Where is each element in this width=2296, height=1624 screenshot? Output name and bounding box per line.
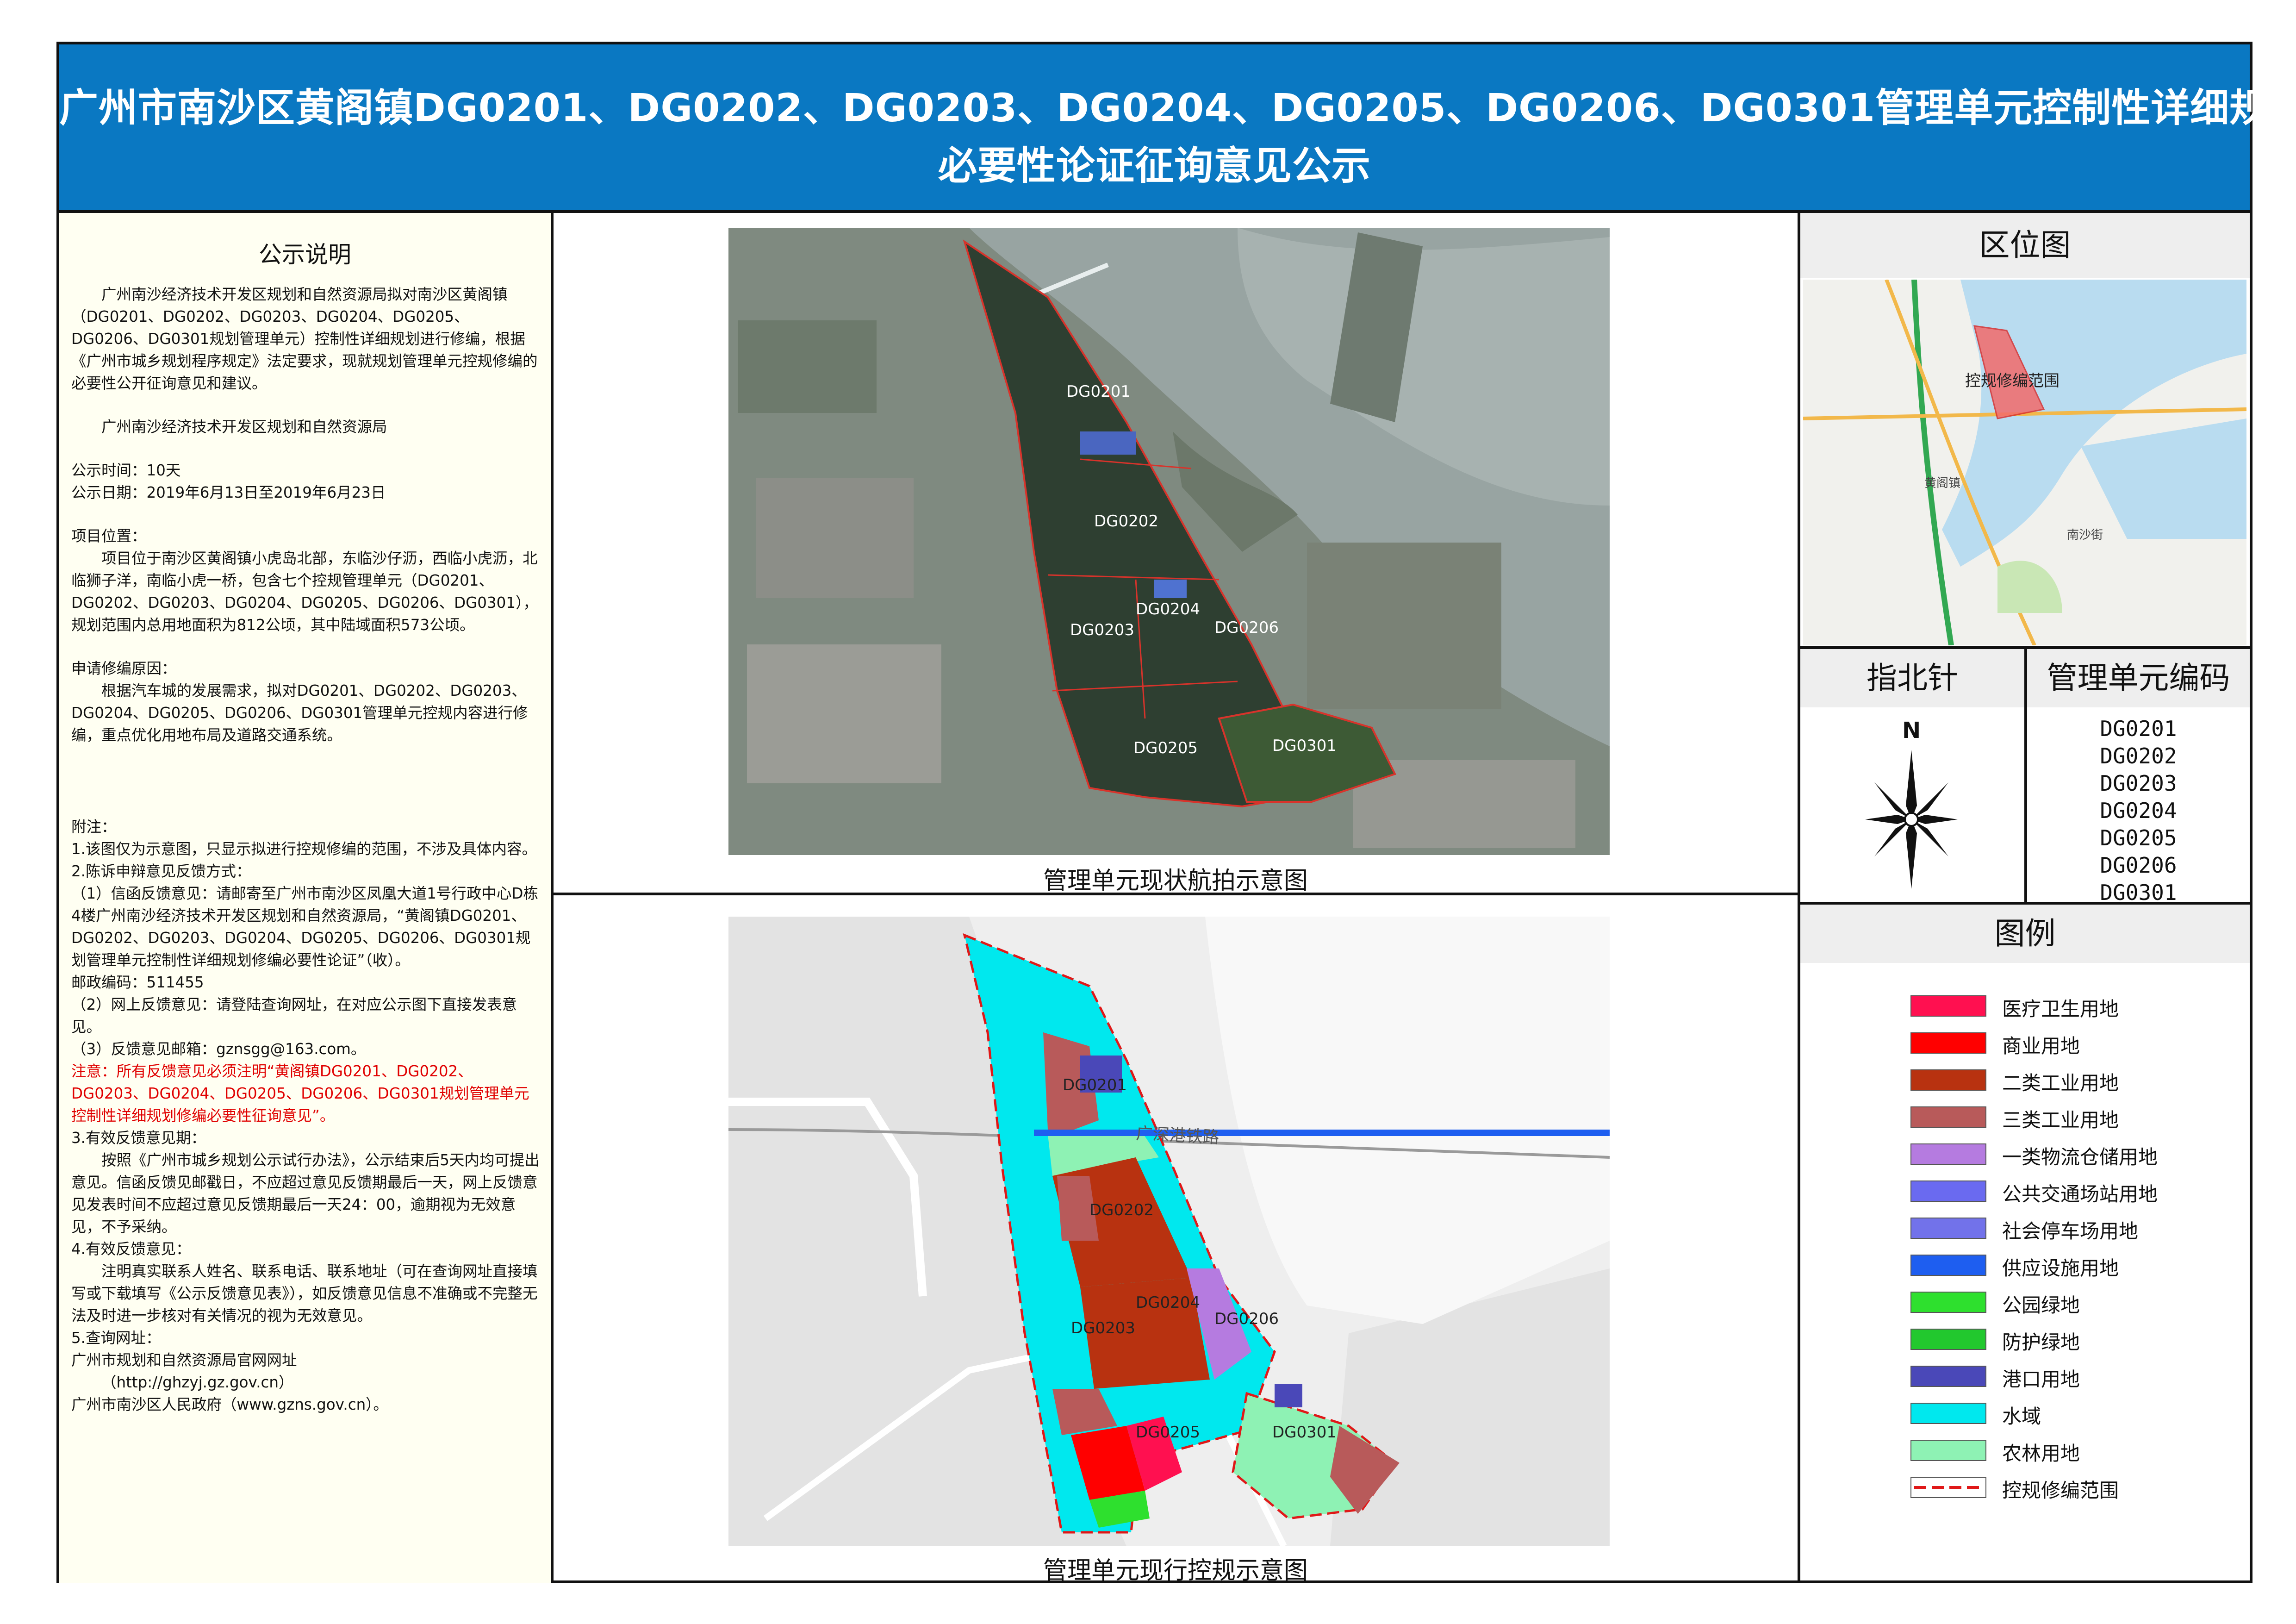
- aerial-label-dg0202: DG0202: [1094, 512, 1158, 531]
- aerial-label-dg0301: DG0301: [1272, 737, 1337, 755]
- note-2-2: （2）网上反馈意见：请登陆查询网址，在对应公示图下直接发表意见。: [71, 996, 517, 1036]
- note-3-text: 按照《广州市城乡规划公示试行办法》，公示结束后5天内均可提出意见。信函反馈见邮戳…: [71, 1151, 540, 1236]
- site-1-url: （http://ghzyj.gz.gov.cn）: [101, 1374, 294, 1391]
- legend-swatch: [1910, 1329, 1986, 1350]
- legend-title: 图例: [1800, 905, 2250, 963]
- legend-swatch: [1910, 1366, 1986, 1387]
- legend-swatch: [1910, 1069, 1986, 1091]
- plan-label-dg0202: DG0202: [1089, 1201, 1154, 1219]
- unit-codes-title: 管理单元编码: [2024, 649, 2250, 707]
- plan-caption: 管理单元现行控规示意图: [1043, 1557, 1308, 1585]
- unit-code-item: DG0204: [2100, 798, 2177, 823]
- aerial-label-dg0204: DG0204: [1136, 600, 1200, 618]
- legend-swatch: [1910, 1143, 1986, 1165]
- location-map-title: 区位图: [1800, 213, 2250, 278]
- title-line-2: 必要性论证征询意见公示: [938, 143, 1371, 188]
- unit-code-item: DG0205: [2100, 825, 2177, 850]
- title-line-1: 广州市南沙区黄阁镇DG0201、DG0202、DG0203、DG0204、DG0…: [59, 85, 2296, 131]
- legend-label: 水域: [2002, 1405, 2041, 1428]
- location-text: 项目位于南沙区黄阁镇小虎岛北部，东临沙仔沥，西临小虎沥，北临狮子洋，南临小虎一桥…: [71, 550, 538, 634]
- legend-label: 社会停车场用地: [2002, 1220, 2139, 1243]
- plan-label-dg0203: DG0203: [1071, 1319, 1135, 1337]
- legend-label: 防护绿地: [2002, 1331, 2080, 1354]
- location-title: 项目位置：: [71, 527, 147, 545]
- note-4-text: 注明真实联系人姓名、联系电话、联系地址（可在查询网址直接填写或下载填写《公示反馈…: [71, 1262, 538, 1324]
- legend-label: 医疗卫生用地: [2002, 998, 2119, 1020]
- legend-label: 农林用地: [2002, 1442, 2080, 1465]
- legend-swatch: [1910, 995, 1986, 1017]
- legend-swatch: [1910, 1032, 1986, 1054]
- plan-label-dg0301: DG0301: [1272, 1423, 1337, 1442]
- reason-text: 根据汽车城的发展需求，拟对DG0201、DG0202、DG0203、DG0204…: [71, 682, 528, 744]
- location-scope-label: 控规修编范围: [1965, 372, 2060, 390]
- plan-label-dg0205: DG0205: [1136, 1423, 1200, 1442]
- note-1: 1.该图仅为示意图，只显示拟进行控规修编的范围，不涉及具体内容。: [71, 840, 537, 858]
- legend-swatch: [1910, 1440, 1986, 1461]
- site-2: 广州市南沙区人民政府（www.gzns.gov.cn）。: [71, 1396, 388, 1413]
- aerial-label-dg0206: DG0206: [1214, 618, 1279, 637]
- legend-label: 供应设施用地: [2002, 1257, 2119, 1280]
- notice-title: 公示说明: [259, 241, 351, 268]
- plan-map: 广深港铁路 DG0201 DG0202 DG0203 DG0204 DG0205…: [728, 917, 1610, 1546]
- legend-label: 二类工业用地: [2002, 1072, 2119, 1094]
- note-4-title: 4.有效反馈意见：: [71, 1240, 191, 1258]
- aerial-label-dg0205: DG0205: [1133, 739, 1198, 757]
- legend-swatch: [1910, 1292, 1986, 1313]
- location-place-nansha: 南沙街: [2067, 528, 2103, 542]
- unit-code-list: DG0201 DG0202 DG0203 DG0204 DG0205 DG020…: [2027, 715, 2250, 906]
- note-2: 2.陈诉申辩意见反馈方式：: [71, 862, 251, 880]
- legend-label: 一类物流仓储用地: [2002, 1146, 2158, 1168]
- dashed-line-icon: [1914, 1486, 1983, 1489]
- unit-code-item: DG0206: [2100, 853, 2177, 878]
- notice-issuer: 广州南沙经济技术开发区规划和自然资源局: [101, 418, 387, 436]
- aerial-label-dg0201: DG0201: [1066, 382, 1131, 401]
- site-1: 广州市规划和自然资源局官网网址: [71, 1351, 297, 1369]
- legend-label: 控规修编范围: [2002, 1479, 2119, 1502]
- maps-panel: DG0201 DG0202 DG0203 DG0204 DG0205 DG020…: [554, 213, 1800, 1585]
- location-place-huangge: 黄阁镇: [1924, 476, 1960, 490]
- aerial-map: DG0201 DG0202 DG0203 DG0204 DG0205 DG020…: [728, 228, 1610, 855]
- north-label: N: [1902, 718, 1921, 743]
- notice-panel: 公示说明 广州南沙经济技术开发区规划和自然资源局拟对南沙区黄阁镇（DG0201、…: [59, 213, 554, 1583]
- north-arrow: N: [1800, 718, 2024, 898]
- reason-title: 申请修编原因：: [71, 660, 177, 677]
- notice-dates: 公示日期：2019年6月13日至2019年6月23日: [71, 484, 386, 501]
- attention-text: 注意：所有反馈意见必须注明“黄阁镇DG0201、DG0202、DG0203、DG…: [71, 1062, 529, 1124]
- legend-label: 公共交通场站用地: [2002, 1183, 2158, 1206]
- plan-label-dg0204: DG0204: [1136, 1293, 1200, 1312]
- note-2-3: （3）反馈意见邮箱：gznsgg@163.com。: [71, 1040, 366, 1058]
- compass-rose-icon: [1865, 750, 1958, 889]
- legend-dash-swatch: [1910, 1477, 1986, 1498]
- poster-frame: 广州市南沙区黄阁镇DG0201、DG0202、DG0203、DG0204、DG0…: [56, 42, 2296, 1585]
- note-2-1: （1）信函反馈意见：请邮寄至广州市南沙区凤凰大道1号行政中心D栋4楼广州南沙经济…: [71, 885, 538, 969]
- legend-swatch: [1910, 1218, 1986, 1239]
- unit-code-item: DG0203: [2100, 771, 2177, 796]
- unit-code-item: DG0201: [2100, 716, 2177, 741]
- notice-period: 公示时间：10天: [71, 462, 181, 479]
- plan-label-dg0201: DG0201: [1063, 1076, 1127, 1094]
- legend-label: 商业用地: [2002, 1035, 2080, 1057]
- legend-swatch: [1910, 1181, 1986, 1202]
- legend-swatch: [1910, 1403, 1986, 1424]
- legend-label: 三类工业用地: [2002, 1109, 2119, 1131]
- unit-code-item: DG0202: [2100, 743, 2177, 768]
- plan-label-dg0206: DG0206: [1214, 1310, 1279, 1328]
- compass-title: 指北针: [1800, 649, 2024, 707]
- legend-label: 港口用地: [2002, 1368, 2080, 1391]
- note-5-title: 5.查询网址：: [71, 1329, 161, 1347]
- legend-swatch: [1910, 1106, 1986, 1128]
- map-divider: [554, 893, 1798, 895]
- info-panel: 区位图 控规修编范围 黄阁镇 南沙街 指北针 管理单元编码 N DG0201 D…: [1800, 213, 2250, 1583]
- aerial-label-dg0203: DG0203: [1070, 621, 1134, 639]
- legend-label: 公园绿地: [2002, 1294, 2080, 1317]
- aerial-caption: 管理单元现状航拍示意图: [1043, 867, 1308, 895]
- notes-title: 附注：: [71, 818, 117, 836]
- note-3-title: 3.有效反馈意见期：: [71, 1129, 206, 1147]
- location-map: 控规修编范围 黄阁镇 南沙街: [1803, 280, 2246, 645]
- title-banner: 广州市南沙区黄阁镇DG0201、DG0202、DG0203、DG0204、DG0…: [59, 44, 2296, 213]
- legend: 医疗卫生用地 商业用地 二类工业用地 三类工业用地 一类物流仓储用地 公共交通场…: [1800, 995, 2250, 1565]
- legend-swatch: [1910, 1255, 1986, 1276]
- notice-intro: 广州南沙经济技术开发区规划和自然资源局拟对南沙区黄阁镇（DG0201、DG020…: [71, 286, 538, 392]
- postcode: 邮政编码：511455: [71, 974, 204, 991]
